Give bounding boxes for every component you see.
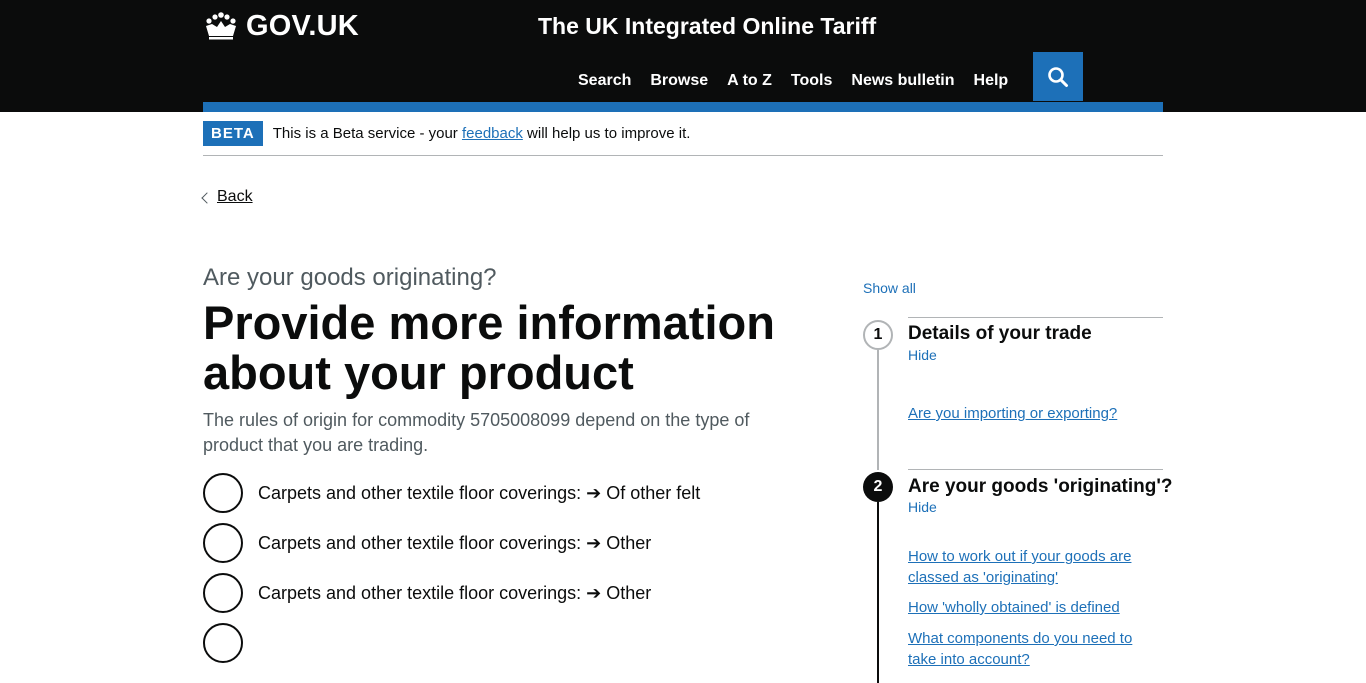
radio-label[interactable]: Carpets and other textile floor covering… — [258, 581, 651, 606]
back-link-container: Back — [201, 187, 253, 207]
nav-a-to-z[interactable]: A to Z — [727, 70, 772, 92]
step-divider — [908, 469, 1163, 470]
page-title: Provide more information about your prod… — [203, 296, 775, 399]
step-title-2[interactable]: Are your goods 'originating'? — [908, 475, 1172, 499]
header-blue-bar — [203, 102, 1163, 112]
step-connector-line — [877, 350, 879, 470]
step-toggle-2[interactable]: Hide — [908, 498, 937, 516]
main-nav: Search Browse A to Z Tools News bulletin… — [578, 70, 1008, 92]
nav-tools[interactable]: Tools — [791, 70, 832, 92]
page-caption: Are your goods originating? — [203, 264, 497, 291]
step-divider — [908, 317, 1163, 318]
phase-text: This is a Beta service - your feedback w… — [273, 125, 691, 142]
service-name[interactable]: The UK Integrated Online Tariff — [538, 10, 876, 42]
nav-help[interactable]: Help — [974, 70, 1009, 92]
nav-search[interactable]: Search — [578, 70, 631, 92]
step-link[interactable]: Are you importing or exporting? — [908, 403, 1158, 424]
radio-option[interactable]: Carpets and other textile floor covering… — [203, 573, 700, 613]
govuk-logo[interactable]: GOV.UK — [203, 10, 359, 42]
step-number-2: 2 — [863, 472, 893, 502]
beta-tag: BETA — [203, 121, 263, 146]
radio-option[interactable] — [203, 623, 700, 663]
show-all-button[interactable]: Show all — [863, 279, 916, 297]
radio-label[interactable]: Carpets and other textile floor covering… — [258, 481, 700, 506]
radio-option[interactable]: Carpets and other textile floor covering… — [203, 523, 700, 563]
nav-browse[interactable]: Browse — [650, 70, 708, 92]
lead-paragraph: The rules of origin for commodity 570500… — [203, 410, 750, 455]
radio-button[interactable] — [203, 473, 243, 513]
logo-text: GOV.UK — [246, 10, 359, 42]
step-link[interactable]: How 'wholly obtained' is defined — [908, 597, 1158, 618]
step-link[interactable]: What components do you need to take into… — [908, 628, 1158, 670]
back-link[interactable]: Back — [217, 187, 253, 207]
phase-text-after: will help us to improve it. — [522, 125, 691, 142]
radio-button[interactable] — [203, 523, 243, 563]
radio-button[interactable] — [203, 623, 243, 663]
step-connector-line — [877, 502, 879, 683]
nav-news-bulletin[interactable]: News bulletin — [851, 70, 954, 92]
phase-banner: BETA This is a Beta service - your feedb… — [203, 112, 1163, 156]
phase-text-before: This is a Beta service - your — [272, 125, 462, 142]
step-toggle-1[interactable]: Hide — [908, 346, 937, 364]
feedback-link[interactable]: feedback — [462, 125, 523, 142]
search-icon — [1048, 66, 1068, 87]
radio-label[interactable]: Carpets and other textile floor covering… — [258, 531, 651, 556]
crown-icon — [206, 12, 236, 40]
step-number-1: 1 — [863, 320, 893, 350]
site-header: GOV.UK The UK Integrated Online Tariff S… — [0, 0, 1366, 112]
radio-button[interactable] — [203, 573, 243, 613]
product-type-radios: Carpets and other textile floor covering… — [203, 473, 700, 673]
radio-option[interactable]: Carpets and other textile floor covering… — [203, 473, 700, 513]
step-title-1[interactable]: Details of your trade — [908, 322, 1092, 346]
chevron-left-icon — [201, 191, 213, 204]
search-button[interactable] — [1033, 52, 1083, 101]
step-link[interactable]: How to work out if your goods are classe… — [908, 546, 1158, 588]
